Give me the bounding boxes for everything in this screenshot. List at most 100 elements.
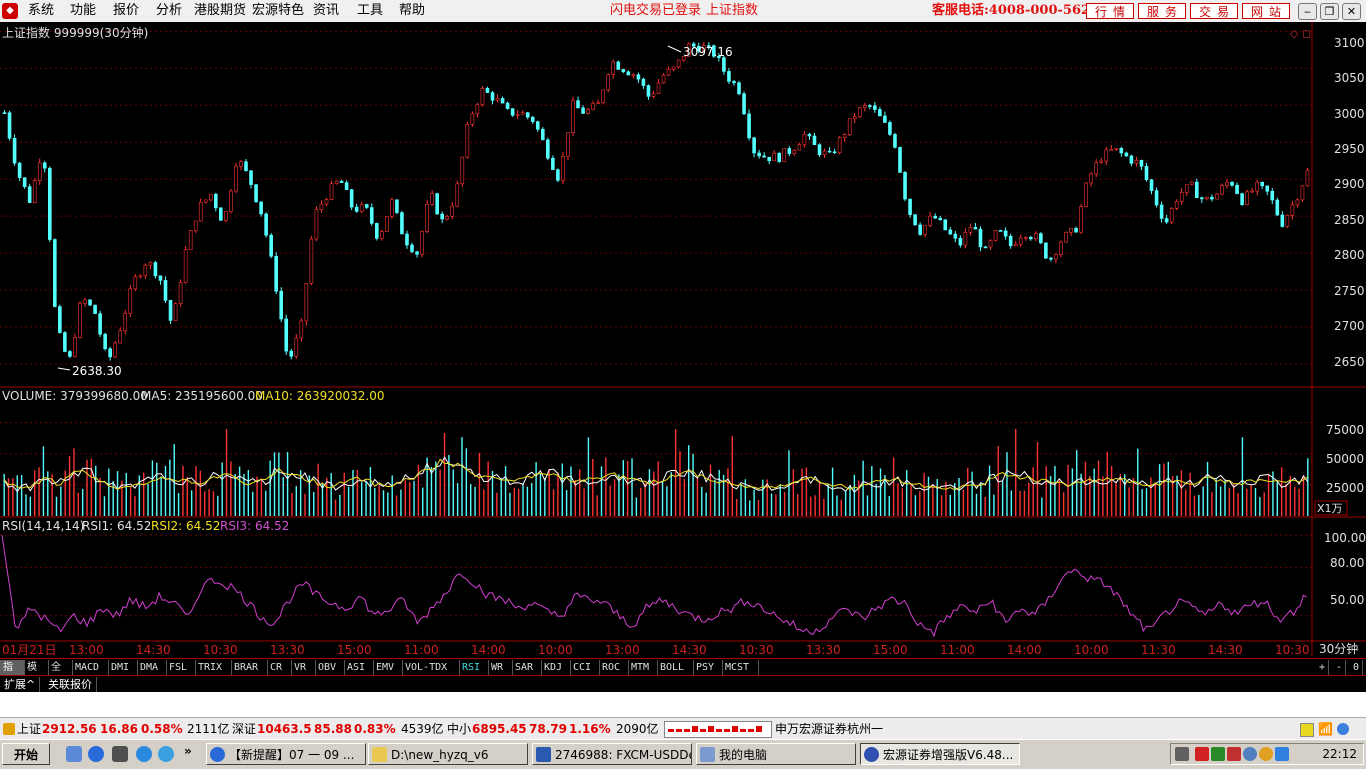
candle-body (400, 212, 404, 235)
tab-vr[interactable]: VR (291, 660, 316, 675)
tab-trix[interactable]: TRIX (195, 660, 232, 675)
website-button[interactable]: 网站 (1242, 3, 1290, 19)
tab-kdj[interactable]: KDJ (541, 660, 571, 675)
quotes-button[interactable]: 行情 (1086, 3, 1134, 19)
app-logo-icon[interactable]: ◆ (2, 3, 18, 19)
menu-system[interactable]: 系统 (28, 0, 54, 22)
tab-指标[interactable]: 指标 (0, 660, 25, 688)
tab-fsl[interactable]: FSL (166, 660, 196, 675)
tab-mcst[interactable]: MCST (722, 660, 759, 675)
candle-body (767, 156, 771, 162)
candle-body (525, 112, 530, 118)
tab-obv[interactable]: OBV (315, 660, 345, 675)
menu-news[interactable]: 资讯 (313, 0, 339, 22)
candle-body (1119, 147, 1124, 154)
menu-function[interactable]: 功能 (70, 0, 96, 22)
start-button[interactable]: 开始 (2, 743, 50, 765)
close-icon[interactable]: ✕ (1342, 3, 1361, 20)
tab-dmi[interactable]: DMI (108, 660, 138, 675)
mute-icon[interactable] (1227, 747, 1241, 761)
tab-rsi[interactable]: RSI (459, 660, 489, 675)
zoom-button[interactable]: - (1333, 660, 1347, 675)
task-item[interactable]: 2746988: FXCM-USDDe... (532, 743, 692, 765)
menu-quotes[interactable]: 报价 (113, 0, 139, 22)
trade-button[interactable]: 交易 (1190, 3, 1238, 19)
browser-icon[interactable] (158, 746, 174, 762)
service-button[interactable]: 服务 (1138, 3, 1186, 19)
tab-boll[interactable]: BOLL (657, 660, 694, 675)
restore-icon[interactable]: ❐ (1320, 3, 1339, 20)
zoom-button[interactable]: 0 (1350, 660, 1364, 675)
ie2-icon[interactable] (136, 746, 152, 762)
candle-body (883, 115, 887, 123)
candle-body (1169, 207, 1174, 223)
candle-body (314, 209, 319, 240)
tab-sar[interactable]: SAR (512, 660, 542, 675)
menu-hk-futures[interactable]: 港股期货 (194, 0, 246, 22)
candle-body (1049, 257, 1053, 260)
media-icon[interactable] (112, 746, 128, 762)
period-label[interactable]: 30分钟 (1319, 641, 1358, 656)
connection-icon[interactable] (1337, 723, 1349, 735)
tab-mtm[interactable]: MTM (628, 660, 658, 675)
tab-cci[interactable]: CCI (570, 660, 600, 675)
desktop-icon[interactable] (66, 746, 82, 762)
blank-panel (0, 692, 1366, 717)
price-tick: 2900 (1334, 177, 1365, 191)
tab-vol-tdx[interactable]: VOL-TDX (402, 660, 460, 675)
menu-hongyuan[interactable]: 宏源特色 (252, 0, 304, 22)
more-icon[interactable]: » (184, 744, 192, 758)
task-item-active[interactable]: 宏源证券增强版V6.48... (860, 743, 1020, 765)
tab-expand[interactable]: 扩展^ (0, 677, 41, 692)
task-item[interactable]: 我的电脑 (696, 743, 856, 765)
tab-wr[interactable]: WR (488, 660, 513, 675)
panel-expand-icon[interactable]: ◇ ◻ (1290, 27, 1311, 40)
tab-cr[interactable]: CR (267, 660, 292, 675)
keyboard-icon[interactable] (1175, 747, 1189, 761)
candle-body (1129, 155, 1134, 164)
update-icon[interactable] (1243, 747, 1257, 761)
candle-body (968, 227, 973, 233)
menu-analysis[interactable]: 分析 (156, 0, 182, 22)
tab-dma[interactable]: DMA (137, 660, 167, 675)
minimize-icon[interactable]: ‒ (1298, 3, 1317, 20)
task-item[interactable]: 【新提醒】07 一 09 ... (206, 743, 366, 765)
candle-body (1205, 196, 1209, 200)
notice-icon[interactable] (1300, 723, 1314, 737)
antivirus-icon[interactable] (1259, 747, 1273, 761)
tab-brar[interactable]: BRAR (231, 660, 268, 675)
tab-roc[interactable]: ROC (599, 660, 629, 675)
time-label: 13:30 (270, 643, 305, 657)
menu-help[interactable]: 帮助 (399, 0, 425, 22)
zx-change: 78.79 (529, 722, 567, 736)
candle-body (1210, 196, 1214, 200)
candle-body (1134, 159, 1139, 164)
ticker-icon[interactable] (3, 723, 15, 735)
candle-body (515, 113, 520, 116)
candle-body (208, 193, 213, 201)
tab-emv[interactable]: EMV (373, 660, 403, 675)
tab-模板[interactable]: 模板 (24, 660, 49, 688)
ie-icon[interactable] (88, 746, 104, 762)
tab-asi[interactable]: ASI (344, 660, 374, 675)
candle-body (1109, 149, 1114, 151)
tab-全部[interactable]: 全部 (48, 660, 73, 688)
tab-macd[interactable]: MACD (72, 660, 109, 675)
zoom-button[interactable]: + (1316, 660, 1330, 675)
candle-body (636, 74, 641, 80)
menu-tools[interactable]: 工具 (357, 0, 383, 22)
candle-body (374, 223, 379, 239)
candle-body (37, 162, 42, 181)
shield-icon[interactable] (1275, 747, 1289, 761)
candle-body (73, 337, 77, 357)
tab-psy[interactable]: PSY (693, 660, 723, 675)
task-item[interactable]: D:\new_hyzq_v6 (368, 743, 528, 765)
candle-body (520, 112, 525, 115)
chart-area[interactable]: 上证指数 999999(30分钟) ◇ ◻ 3097.16 2638.30 31… (0, 22, 1366, 658)
network-icon[interactable] (1211, 747, 1225, 761)
candle-body (168, 300, 173, 321)
tab-related-quotes[interactable]: 关联报价 (44, 677, 97, 692)
flag-icon[interactable] (1195, 747, 1209, 761)
chart-canvas[interactable]: 上证指数 999999(30分钟) ◇ ◻ 3097.16 2638.30 31… (0, 22, 1366, 658)
candle-body (2, 112, 7, 114)
